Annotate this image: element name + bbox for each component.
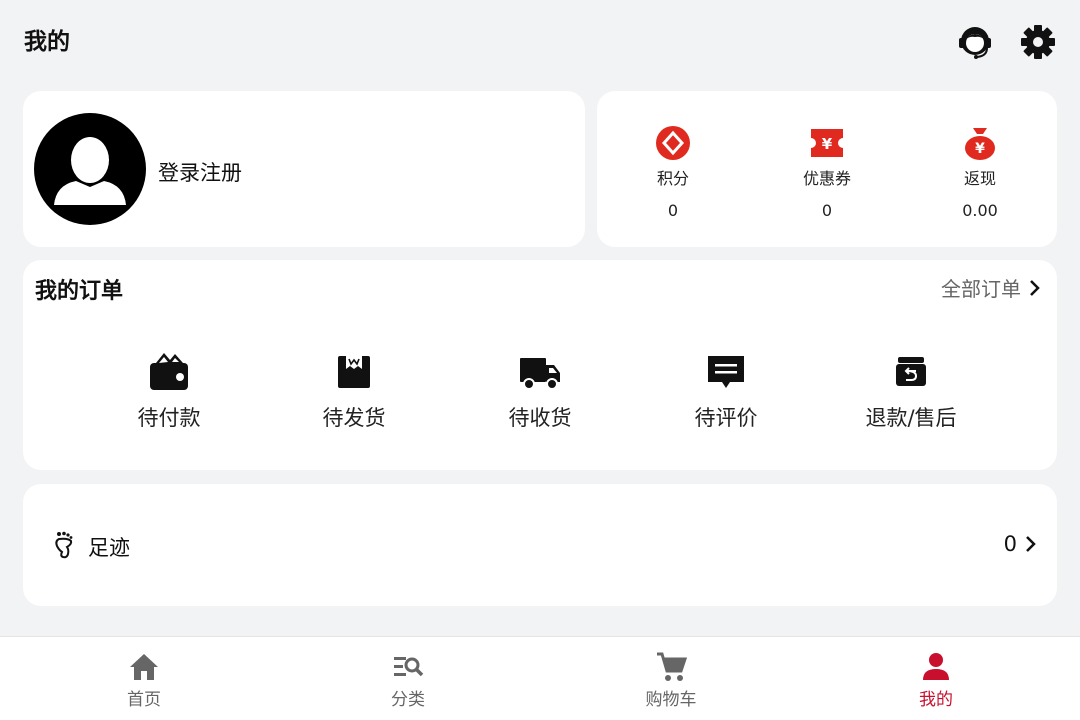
order-pending-receipt[interactable]: 待收货 [480, 350, 600, 432]
all-orders-link[interactable]: 全部订单 [941, 273, 1041, 302]
profile-card: 登录注册 [23, 91, 585, 247]
login-register-link[interactable]: 登录注册 [158, 157, 242, 187]
tab-label: 分类 [391, 690, 425, 710]
footprint-label: 足迹 [88, 536, 130, 560]
order-label: 待发货 [322, 406, 386, 430]
order-label: 待付款 [137, 406, 201, 430]
order-pending-review[interactable]: 待评价 [666, 350, 786, 432]
customer-service-icon[interactable] [955, 22, 995, 62]
order-label: 待评价 [694, 406, 758, 430]
coupon-icon: ¥ [811, 129, 843, 157]
asset-label: 优惠券 [802, 169, 851, 188]
asset-coupons[interactable]: ¥ 优惠券 0 [767, 125, 887, 220]
assets-card: 积分 0 ¥ 优惠券 0 ¥ 返现 0.00 [597, 91, 1057, 247]
order-pending-shipment[interactable]: 待发货 [294, 350, 414, 432]
footprint-count[interactable]: 0 [1004, 532, 1037, 556]
orders-title: 我的订单 [35, 279, 124, 304]
order-refund-aftersale[interactable]: 退款/售后 [851, 350, 971, 432]
home-icon [130, 654, 158, 680]
tab-label: 首页 [127, 690, 161, 710]
order-pending-payment[interactable]: 待付款 [109, 350, 229, 432]
cart-icon [657, 652, 687, 681]
asset-value: 0 [821, 201, 833, 220]
tab-label: 我的 [919, 690, 953, 710]
footprint-card[interactable]: 足迹 0 [23, 484, 1057, 606]
asset-cashback[interactable]: ¥ 返现 0.00 [920, 125, 1040, 220]
avatar[interactable] [34, 113, 146, 225]
svg-text:¥: ¥ [975, 141, 985, 157]
asset-label: 返现 [963, 169, 996, 188]
chevron-right-icon [1026, 536, 1036, 552]
truck-icon [520, 358, 560, 390]
all-orders-label: 全部订单 [941, 277, 1021, 301]
wallet-icon [150, 353, 188, 390]
package-icon [338, 356, 370, 388]
points-icon [656, 126, 690, 160]
page-title: 我的 [24, 29, 70, 55]
tab-cart[interactable]: 购物车 [611, 651, 731, 710]
asset-points[interactable]: 积分 0 [613, 125, 733, 220]
settings-gear-icon[interactable] [1018, 22, 1058, 62]
asset-value: 0.00 [962, 201, 998, 220]
cashback-bag-icon: ¥ [965, 128, 995, 160]
bottom-tab-bar: 首页 分类 购物车 我的 [0, 636, 1080, 720]
order-label: 待收货 [508, 406, 572, 430]
footprint-count-value: 0 [1003, 532, 1017, 556]
comment-icon [708, 356, 744, 388]
chevron-right-icon [1030, 279, 1040, 296]
asset-value: 0 [667, 201, 679, 220]
category-search-icon [394, 657, 424, 677]
tab-label: 购物车 [645, 690, 697, 710]
top-header: 我的 [0, 0, 1080, 80]
return-box-icon [896, 357, 926, 386]
asset-label: 积分 [656, 169, 689, 188]
tab-category[interactable]: 分类 [348, 651, 468, 710]
footprint-icon [55, 531, 73, 559]
order-label: 退款/售后 [865, 406, 957, 430]
user-icon [923, 653, 949, 680]
my-orders-card: 我的订单 全部订单 待付款 待发货 待收货 待评价 退款/售后 [23, 260, 1057, 470]
svg-text:¥: ¥ [822, 135, 833, 153]
tab-mine[interactable]: 我的 [876, 651, 996, 710]
tab-home[interactable]: 首页 [84, 651, 204, 710]
